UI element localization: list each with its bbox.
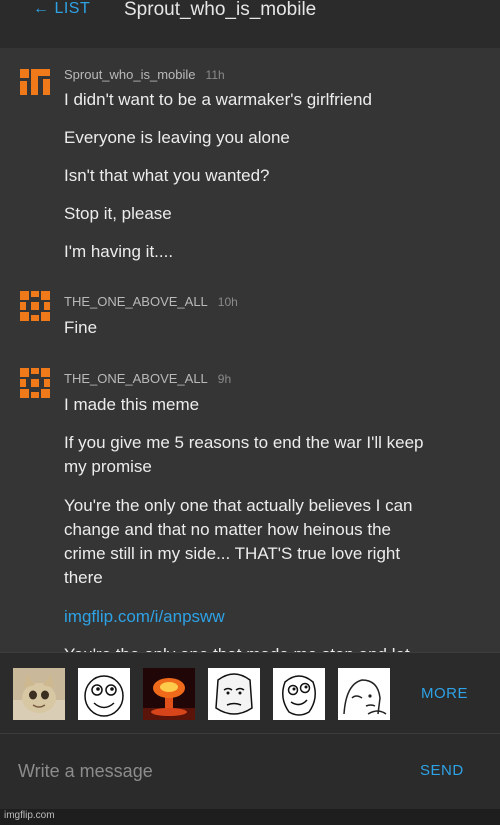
message-text: You're the only one that actually believ…	[64, 496, 413, 515]
message-meta: THE_ONE_ABOVE_ALL 9h	[64, 370, 231, 388]
message-text: Fine	[64, 318, 98, 337]
message-text: crime still in my side... THAT'S true lo…	[64, 544, 401, 563]
more-memes-button[interactable]: MORE	[421, 685, 468, 702]
message-meta: THE_ONE_ABOVE_ALL 10h	[64, 293, 238, 311]
message-text: I'm having it....	[64, 242, 174, 261]
top-bar: ← LIST Sprout_who_is_mobile	[0, 0, 500, 36]
message-thread[interactable]: Sprout_who_is_mobile 11h I didn't want to…	[0, 48, 500, 652]
sprout-logo-icon[interactable]	[18, 65, 52, 99]
okay-face-meme-icon[interactable]	[208, 668, 260, 720]
message-text: Isn't that what you wanted?	[64, 166, 270, 185]
send-button[interactable]: SEND	[420, 762, 464, 779]
footer-bar: imgflip.com	[0, 809, 500, 825]
meme-link[interactable]: imgflip.com/i/anpsww	[64, 605, 484, 629]
back-to-list-link[interactable]: ← LIST	[33, 0, 90, 18]
message-text: my promise	[64, 457, 152, 476]
page-title: Sprout_who_is_mobile	[124, 0, 317, 20]
timestamp: 9h	[217, 372, 232, 386]
orange-block-icon[interactable]	[18, 289, 52, 323]
orange-block-icon[interactable]	[18, 366, 52, 400]
derp-face-meme-icon[interactable]	[273, 668, 325, 720]
message-text: Stop it, please	[64, 204, 172, 223]
username[interactable]: THE_ONE_ABOVE_ALL	[64, 294, 208, 309]
message-text: there	[64, 568, 103, 587]
message-text: I made this meme	[64, 395, 200, 414]
message-text: Everyone is leaving you alone	[64, 128, 290, 147]
message-input[interactable]	[18, 754, 398, 788]
wojak-meme-icon[interactable]	[338, 668, 390, 720]
rage-face-meme-icon[interactable]	[78, 668, 130, 720]
message-text: I didn't want to be a warmaker's girlfri…	[64, 90, 372, 109]
username[interactable]: Sprout_who_is_mobile	[64, 67, 196, 82]
timestamp: 10h	[217, 295, 238, 309]
explosion-meme-icon[interactable]	[143, 668, 195, 720]
timestamp: 11h	[205, 68, 225, 82]
meme-tray: MORE	[0, 652, 500, 733]
watermark: imgflip.com	[4, 810, 55, 821]
cat-meme-icon[interactable]	[13, 668, 65, 720]
username[interactable]: THE_ONE_ABOVE_ALL	[64, 371, 208, 386]
message-meta: Sprout_who_is_mobile 11h	[64, 66, 225, 84]
message-text: If you give me 5 reasons to end the war …	[64, 433, 424, 452]
message-composer: SEND	[0, 733, 500, 809]
message-text: change and that no matter how heinous th…	[64, 520, 392, 539]
message-text: You're the only one that made me stop an…	[64, 643, 484, 652]
